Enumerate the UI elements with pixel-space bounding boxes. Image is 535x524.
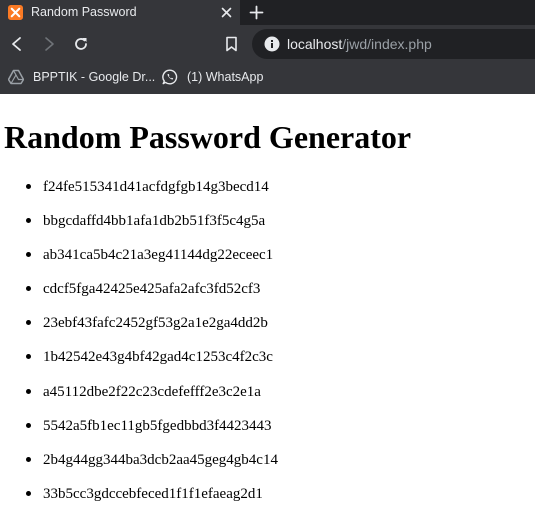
password-text: bbgcdaffd4bb1afa1db2b51f3f5c4g5a	[43, 213, 266, 230]
new-tab-plus-icon[interactable]	[249, 5, 264, 20]
close-icon[interactable]	[220, 6, 233, 19]
password-text: 1b42542e43g4bf42gad4c1253c4f2c3c	[43, 349, 273, 366]
bullet-icon	[26, 422, 31, 428]
url-host: localhost	[287, 36, 343, 52]
info-icon[interactable]	[264, 36, 280, 52]
bullet-icon	[26, 456, 31, 462]
bullet-icon	[26, 286, 31, 292]
google-drive-icon	[8, 69, 24, 85]
bookmark-label: (1) WhatsApp	[187, 70, 264, 84]
bullet-icon	[26, 490, 31, 496]
tab-title: Random Password	[31, 5, 137, 19]
forward-arrow-icon[interactable]	[41, 36, 57, 52]
password-text: 23ebf43fafc2452gf53g2a1e2ga4dd2b	[43, 315, 268, 332]
reload-icon[interactable]	[73, 36, 89, 52]
bullet-icon	[26, 218, 31, 224]
password-text: 33b5cc3gdccebfeced1f1f1efaeag2d1	[43, 485, 263, 502]
password-text: 2b4g44gg344ba3dcb2aa45geg4gb4c14	[43, 451, 278, 468]
url-path: /jwd/index.php	[342, 36, 432, 52]
bookmark-label: BPPTIK - Google Dr...	[33, 70, 156, 84]
bullet-icon	[26, 320, 31, 326]
password-text: 5542a5fb1ec11gb5fgedbbd3f4423443	[43, 417, 272, 434]
bullet-icon	[26, 354, 31, 360]
back-arrow-icon[interactable]	[9, 36, 25, 52]
password-text: ab341ca5b4c21a3eg41144dg22eceec1	[43, 247, 274, 264]
browser-toolbar: localhost/jwd/index.php	[0, 25, 535, 63]
bullet-icon	[26, 184, 31, 189]
bookmark-page-icon[interactable]	[224, 36, 239, 52]
xampp-favicon-icon	[8, 5, 23, 20]
password-text: a45112dbe2f22c23cdefefff2e3c2e1a	[43, 383, 261, 400]
browser-window: Random Password localhost/jwd/index.php …	[0, 0, 535, 524]
url-text[interactable]: localhost/jwd/index.php	[287, 29, 432, 59]
bullet-icon	[26, 252, 31, 258]
password-text: f24fe515341d41acfdgfgb14g3becd14	[43, 179, 269, 195]
page-content: Random Password Generator f24fe515341d41…	[0, 94, 535, 524]
tab-strip: Random Password	[0, 0, 535, 25]
bullet-icon	[26, 388, 31, 394]
bookmarks-bar: BPPTIK - Google Dr... (1) WhatsApp	[0, 63, 535, 94]
password-text: cdcf5fga42425e425afa2afc3fd52cf3	[43, 281, 261, 298]
tab-random-password[interactable]: Random Password	[0, 0, 240, 25]
address-bar[interactable]: localhost/jwd/index.php	[252, 29, 535, 59]
page-title: Random Password Generator	[4, 119, 412, 155]
whatsapp-icon	[162, 69, 178, 85]
